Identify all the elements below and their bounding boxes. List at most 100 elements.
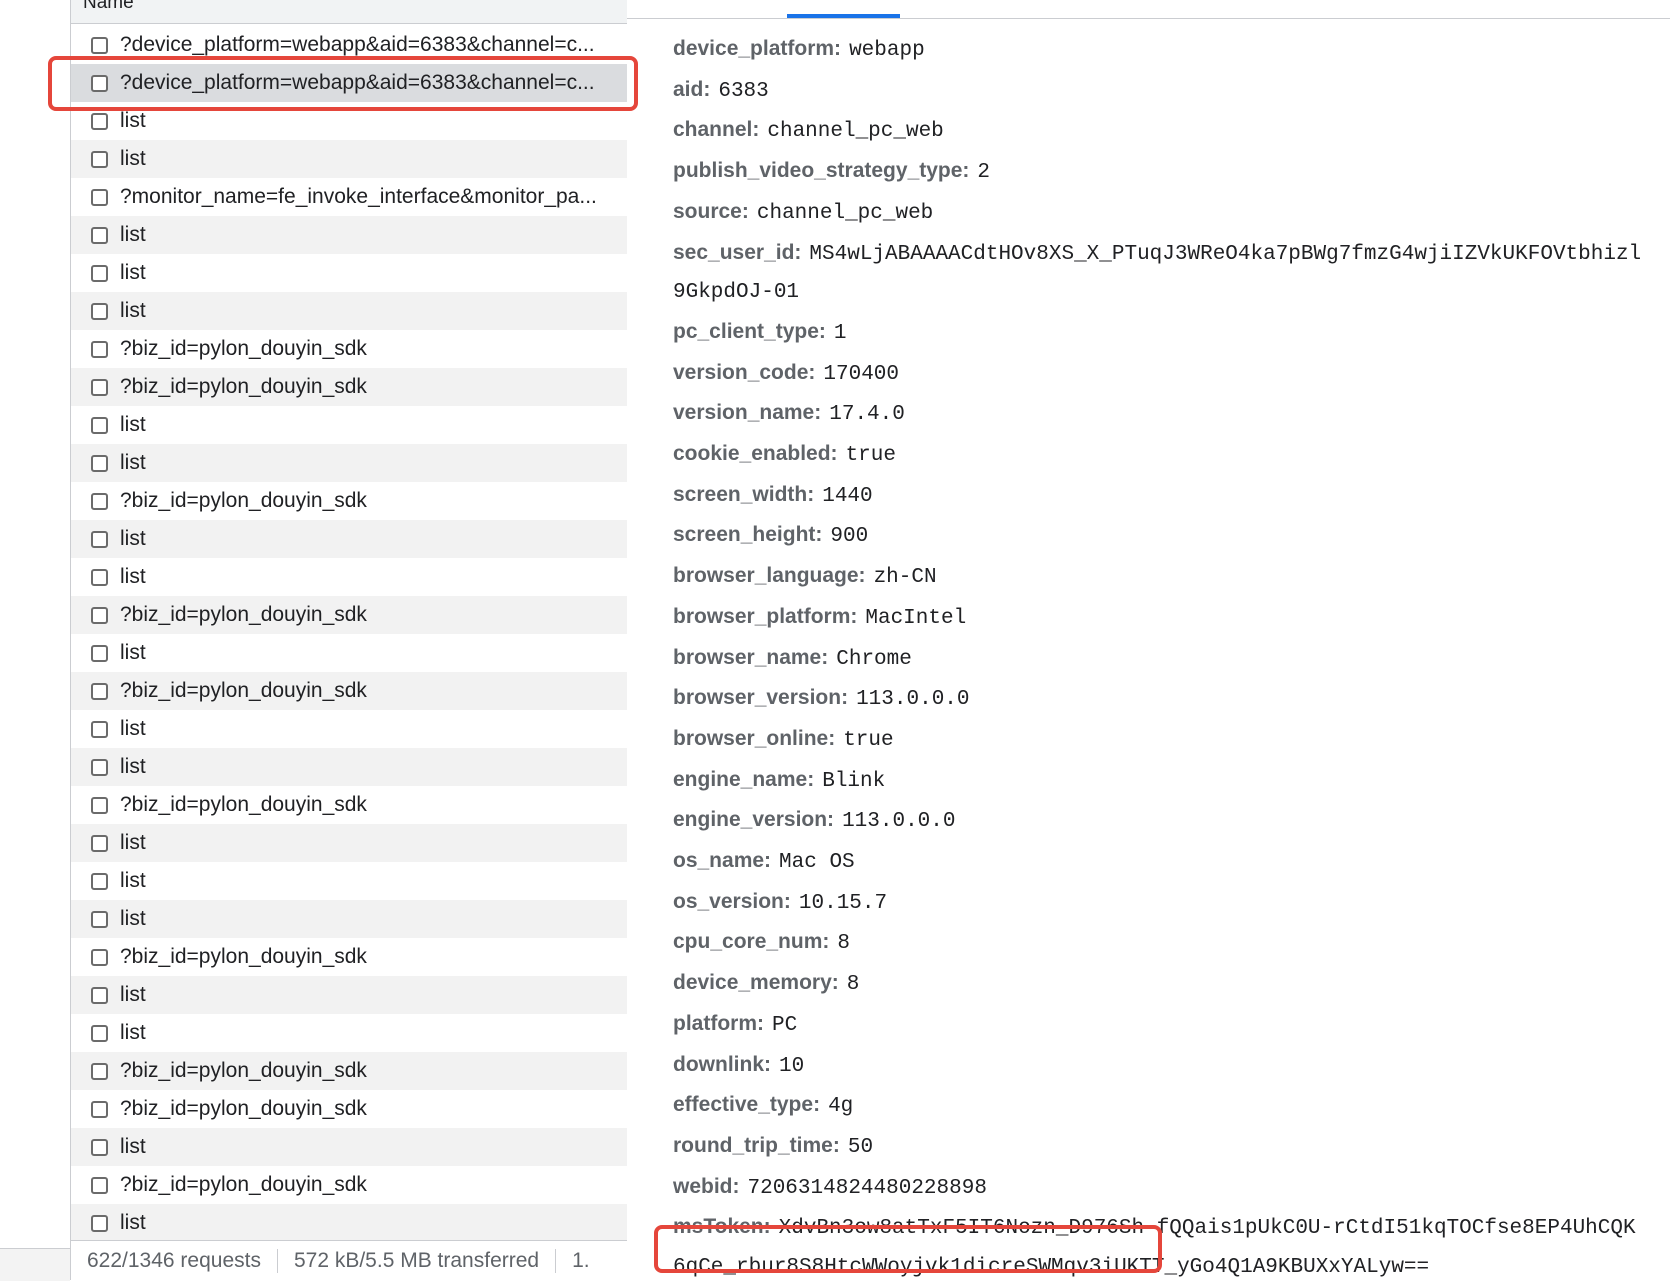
row-checkbox[interactable] xyxy=(91,302,108,320)
request-name: ?biz_id=pylon_douyin_sdk xyxy=(120,679,367,702)
request-row[interactable]: ?biz_id=pylon_douyin_sdk xyxy=(71,672,627,710)
row-checkbox[interactable] xyxy=(91,454,108,472)
row-checkbox[interactable] xyxy=(91,1176,108,1194)
window-gutter xyxy=(0,0,70,1280)
request-name: list xyxy=(120,223,146,246)
param-row: pc_client_type: 1 xyxy=(673,313,1670,354)
row-checkbox[interactable] xyxy=(91,606,108,624)
request-row[interactable]: list xyxy=(71,558,627,596)
request-name: ?device_platform=webapp&aid=6383&channel… xyxy=(120,33,595,56)
request-name: list xyxy=(120,831,146,854)
network-status-bar: 622/1346 requests 572 kB/5.5 MB transfer… xyxy=(71,1240,627,1280)
request-row[interactable]: list xyxy=(71,710,627,748)
request-row[interactable]: ?biz_id=pylon_douyin_sdk xyxy=(71,1166,627,1204)
request-row[interactable]: list xyxy=(71,444,627,482)
request-row[interactable]: list xyxy=(71,254,627,292)
request-name: list xyxy=(120,413,146,436)
row-checkbox[interactable] xyxy=(91,36,108,54)
row-checkbox[interactable] xyxy=(91,378,108,396)
request-name: list xyxy=(120,261,146,284)
request-row[interactable]: ?biz_id=pylon_douyin_sdk xyxy=(71,596,627,634)
request-list: ?device_platform=webapp&aid=6383&channel… xyxy=(71,26,627,1242)
request-row[interactable]: list xyxy=(71,1128,627,1166)
row-checkbox[interactable] xyxy=(91,682,108,700)
param-key: webid: xyxy=(673,1174,740,1198)
row-checkbox[interactable] xyxy=(91,910,108,928)
param-key: cookie_enabled: xyxy=(673,442,838,466)
row-checkbox[interactable] xyxy=(91,1024,108,1042)
request-name: list xyxy=(120,907,146,930)
param-row: screen_width: 1440 xyxy=(673,476,1670,517)
row-checkbox[interactable] xyxy=(91,568,108,586)
request-row[interactable]: ?monitor_name=fe_invoke_interface&monito… xyxy=(71,178,627,216)
selected-request-highlight xyxy=(48,56,638,111)
request-name: ?biz_id=pylon_douyin_sdk xyxy=(120,603,367,626)
request-name: list xyxy=(120,717,146,740)
row-checkbox[interactable] xyxy=(91,340,108,358)
request-row[interactable]: ?biz_id=pylon_douyin_sdk xyxy=(71,1052,627,1090)
row-checkbox[interactable] xyxy=(91,226,108,244)
row-checkbox[interactable] xyxy=(91,264,108,282)
request-row[interactable]: list xyxy=(71,1204,627,1242)
tab-payload[interactable] xyxy=(787,14,900,18)
row-checkbox[interactable] xyxy=(91,872,108,890)
request-row[interactable]: ?biz_id=pylon_douyin_sdk xyxy=(71,1090,627,1128)
row-checkbox[interactable] xyxy=(91,758,108,776)
request-list-panel: Name ?device_platform=webapp&aid=6383&ch… xyxy=(70,0,628,1280)
param-row: version_name: 17.4.0 xyxy=(673,394,1670,435)
param-row: browser_version: 113.0.0.0 xyxy=(673,679,1670,720)
row-checkbox[interactable] xyxy=(91,150,108,168)
request-row[interactable]: ?biz_id=pylon_douyin_sdk xyxy=(71,368,627,406)
request-row[interactable]: list xyxy=(71,748,627,786)
request-name: ?biz_id=pylon_douyin_sdk xyxy=(120,1173,367,1196)
request-row[interactable]: ?biz_id=pylon_douyin_sdk xyxy=(71,482,627,520)
request-row[interactable]: list xyxy=(71,900,627,938)
param-key: browser_name: xyxy=(673,645,829,669)
param-value: 1440 xyxy=(822,484,873,508)
param-row: platform: PC xyxy=(673,1005,1670,1046)
row-checkbox[interactable] xyxy=(91,1062,108,1080)
param-row: screen_height: 900 xyxy=(673,516,1670,557)
row-checkbox[interactable] xyxy=(91,796,108,814)
request-row[interactable]: list xyxy=(71,634,627,672)
param-key: os_version: xyxy=(673,889,791,913)
row-checkbox[interactable] xyxy=(91,986,108,1004)
request-row[interactable]: list xyxy=(71,406,627,444)
request-row[interactable]: ?biz_id=pylon_douyin_sdk xyxy=(71,786,627,824)
row-checkbox[interactable] xyxy=(91,720,108,738)
name-column-header[interactable]: Name xyxy=(71,0,627,24)
param-row: cpu_core_num: 8 xyxy=(673,923,1670,964)
param-key: effective_type: xyxy=(673,1093,821,1117)
row-checkbox[interactable] xyxy=(91,1100,108,1118)
row-checkbox[interactable] xyxy=(91,834,108,852)
param-value: 50 xyxy=(847,1135,874,1159)
param-key: sec_user_id: xyxy=(673,240,802,264)
row-checkbox[interactable] xyxy=(91,112,108,130)
request-row[interactable]: list xyxy=(71,1014,627,1052)
param-row: cookie_enabled: true xyxy=(673,435,1670,476)
row-checkbox[interactable] xyxy=(91,1138,108,1156)
row-checkbox[interactable] xyxy=(91,530,108,548)
request-row[interactable]: ?biz_id=pylon_douyin_sdk xyxy=(71,938,627,976)
row-checkbox[interactable] xyxy=(91,492,108,510)
request-row[interactable]: list xyxy=(71,862,627,900)
row-checkbox[interactable] xyxy=(91,416,108,434)
request-row[interactable]: list xyxy=(71,976,627,1014)
param-key: pc_client_type: xyxy=(673,319,826,343)
request-row[interactable]: list xyxy=(71,520,627,558)
request-row[interactable]: list xyxy=(71,824,627,862)
param-value-continuation: 9GkpdOJ-01 xyxy=(673,281,800,305)
param-key: aid: xyxy=(673,77,711,101)
param-key: os_name: xyxy=(673,849,772,873)
row-checkbox[interactable] xyxy=(91,188,108,206)
request-name: ?biz_id=pylon_douyin_sdk xyxy=(120,945,367,968)
request-row[interactable]: list xyxy=(71,216,627,254)
row-checkbox[interactable] xyxy=(91,1214,108,1232)
query-string-parameters: device_platform: webapp aid: 6383 channel: ch… xyxy=(673,30,1670,1280)
param-key: screen_height: xyxy=(673,523,823,547)
row-checkbox[interactable] xyxy=(91,948,108,966)
request-row[interactable]: ?biz_id=pylon_douyin_sdk xyxy=(71,330,627,368)
request-row[interactable]: list xyxy=(71,292,627,330)
row-checkbox[interactable] xyxy=(91,644,108,662)
request-row[interactable]: list xyxy=(71,140,627,178)
